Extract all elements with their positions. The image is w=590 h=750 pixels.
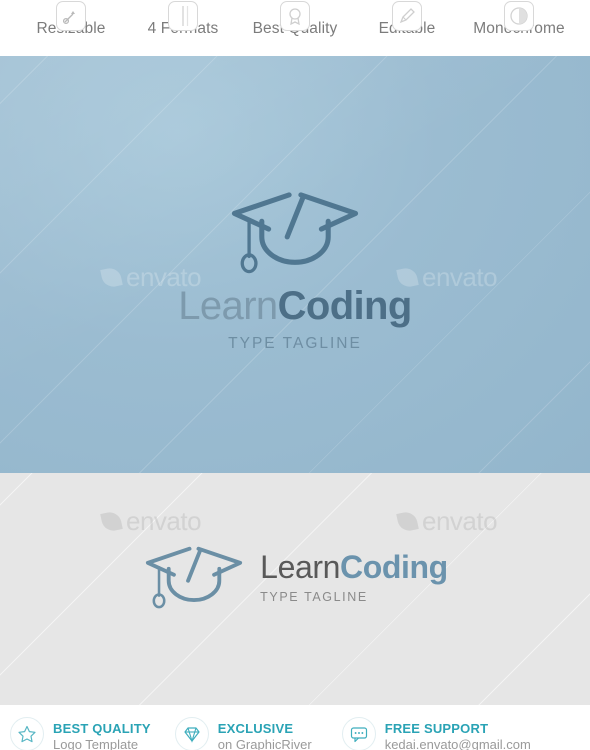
- logo-word-coding: Coding: [277, 284, 413, 328]
- feature-editable: Editable: [351, 1, 463, 56]
- envato-leaf-icon: [398, 512, 417, 531]
- graduation-cap-code-icon: [231, 192, 359, 274]
- footer-subtitle: on GraphicRiver: [217, 737, 312, 750]
- primary-logo-panel: envato envato LearnCoding TYPE TAGLINE: [0, 56, 590, 473]
- chat-bubble-icon: [341, 717, 376, 750]
- quality-badge-icon: [280, 1, 310, 31]
- logo-tagline: TYPE TAGLINE: [228, 335, 362, 352]
- footer-title: BEST QUALITY: [53, 721, 151, 736]
- primary-logo: LearnCoding TYPE TAGLINE: [0, 190, 590, 353]
- feature-best-quality: Best Quality: [239, 1, 351, 56]
- envato-leaf-icon: [102, 512, 121, 531]
- envato-watermark: envato: [398, 506, 498, 537]
- pencil-edit-icon: [392, 1, 422, 31]
- footer-title: EXCLUSIVE: [217, 721, 294, 736]
- footer-item-exclusive: EXCLUSIVE on GraphicRiver: [174, 717, 312, 750]
- footer-text-group: FREE SUPPORT kedai.envato@gmail.com: [385, 717, 531, 750]
- secondary-logo: LearnCoding TYPE TAGLINE: [0, 545, 590, 609]
- envato-watermark-text: envato: [126, 506, 202, 536]
- logo-preview-page: Resizable 4 Formats Best Quality: [0, 0, 590, 750]
- feature-bar: Resizable 4 Formats Best Quality: [0, 0, 590, 56]
- resize-arrow-icon: [56, 1, 86, 31]
- diamond-icon: [174, 717, 209, 750]
- monochrome-circle-icon: [504, 1, 534, 31]
- footer-subtitle: kedai.envato@gmail.com: [384, 737, 531, 750]
- envato-watermark: envato: [102, 506, 202, 537]
- logo-tagline: TYPE TAGLINE: [260, 589, 368, 604]
- footer-text-group: EXCLUSIVE on GraphicRiver: [218, 717, 312, 750]
- logo-word-coding: Coding: [340, 548, 448, 585]
- secondary-logo-text: LearnCoding TYPE TAGLINE: [260, 551, 448, 604]
- file-formats-icon: [168, 1, 198, 31]
- graduation-cap-code-icon: [146, 546, 243, 609]
- footer-text-group: BEST QUALITY Logo Template: [53, 717, 151, 750]
- feature-resizable: Resizable: [15, 1, 127, 56]
- logo-wordmark: LearnCoding: [260, 551, 448, 583]
- footer-item-best-quality: BEST QUALITY Logo Template: [10, 717, 151, 750]
- logo-wordmark: LearnCoding: [178, 284, 413, 328]
- footer-bar: BEST QUALITY Logo Template EXCLUSIVE on …: [0, 705, 590, 750]
- logo-word-learn: Learn: [178, 284, 278, 328]
- footer-subtitle: Logo Template: [53, 737, 139, 750]
- logo-word-learn: Learn: [260, 548, 341, 585]
- footer-title: FREE SUPPORT: [384, 721, 489, 736]
- envato-watermark-text: envato: [422, 506, 498, 536]
- feature-4-formats: 4 Formats: [127, 1, 239, 56]
- star-icon: [10, 717, 44, 750]
- footer-item-free-support: FREE SUPPORT kedai.envato@gmail.com: [341, 717, 531, 750]
- feature-monochrome: Monochrome: [463, 1, 575, 56]
